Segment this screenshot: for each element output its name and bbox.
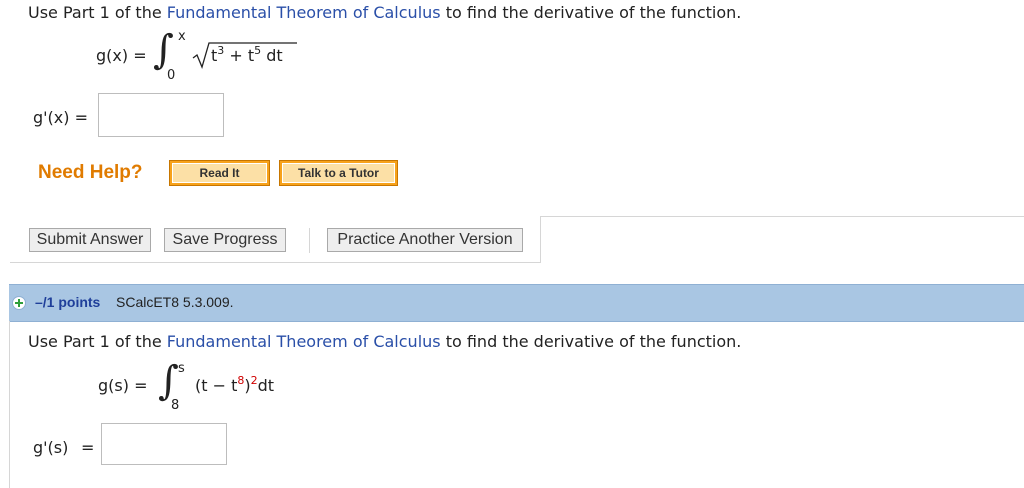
integral-symbol-2: ∫ bbox=[158, 358, 179, 404]
answer-2-label: g'(s) bbox=[33, 438, 69, 457]
integrand-2: (t − t8)2dt bbox=[195, 374, 275, 395]
panel-bottom-border bbox=[10, 262, 541, 263]
answer-1-label: g'(x) = bbox=[33, 108, 88, 127]
save-progress-button[interactable]: Save Progress bbox=[164, 228, 286, 252]
need-help-label: Need Help? bbox=[38, 162, 143, 183]
plus-circle-icon[interactable] bbox=[12, 296, 26, 310]
talk-to-tutor-button[interactable]: Talk to a Tutor bbox=[279, 160, 398, 186]
upper-limit-2: s bbox=[178, 361, 185, 376]
panel-right-border bbox=[540, 216, 541, 263]
problem-code: SCalcET8 5.3.009. bbox=[116, 294, 234, 310]
integral-symbol-1: ∫ bbox=[153, 27, 174, 73]
answer-2-equals: = bbox=[81, 438, 95, 457]
integrand-1: t3 + t5 dt bbox=[211, 44, 283, 65]
lower-limit-1: 0 bbox=[167, 68, 176, 83]
points-label: –/1 points bbox=[35, 294, 101, 310]
answer-1-input[interactable] bbox=[98, 93, 224, 137]
question-1-instruction: Use Part 1 of the Fundamental Theorem of… bbox=[28, 3, 742, 22]
submit-answer-button[interactable]: Submit Answer bbox=[29, 228, 151, 252]
practice-another-version-button[interactable]: Practice Another Version bbox=[327, 228, 523, 252]
button-divider bbox=[309, 228, 310, 253]
lower-limit-2: 8 bbox=[171, 398, 180, 413]
function-1-lhs: g(x) = bbox=[96, 46, 147, 65]
answer-2-input[interactable] bbox=[101, 423, 227, 465]
upper-limit-1: x bbox=[178, 29, 186, 44]
function-2-lhs: g(s) = bbox=[98, 376, 148, 395]
read-it-button[interactable]: Read It bbox=[169, 160, 270, 186]
question-2-instruction: Use Part 1 of the Fundamental Theorem of… bbox=[28, 332, 742, 351]
ftc-link-2[interactable]: Fundamental Theorem of Calculus bbox=[167, 332, 441, 351]
question-2-left-border bbox=[9, 321, 10, 488]
panel-top-border bbox=[540, 216, 1024, 217]
ftc-link-1[interactable]: Fundamental Theorem of Calculus bbox=[167, 3, 441, 22]
